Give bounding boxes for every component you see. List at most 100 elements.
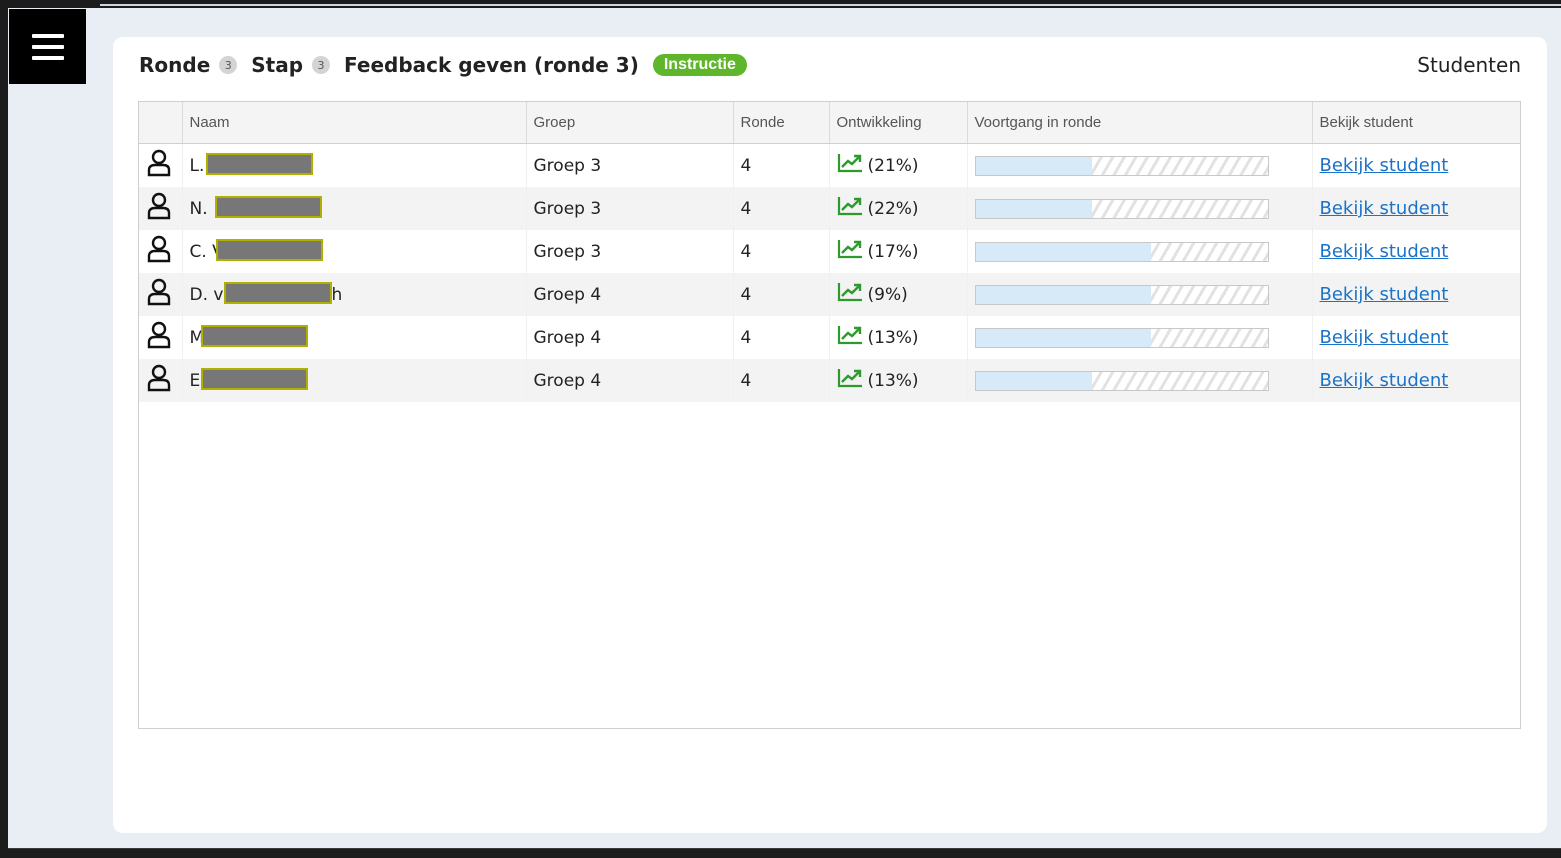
- trend-value: (22%): [867, 198, 919, 219]
- trend-value: (13%): [867, 370, 919, 391]
- progress-fill: [975, 156, 1093, 175]
- redaction-box: [200, 368, 308, 390]
- col-header-ronde[interactable]: Ronde: [733, 102, 830, 144]
- col-header-bekijk: Bekijk student: [1312, 102, 1520, 144]
- col-header-voortgang[interactable]: Voortgang in ronde: [967, 102, 1313, 144]
- progress-fill: [975, 242, 1151, 261]
- trend-value: (9%): [867, 284, 908, 305]
- student-round: 4: [733, 273, 830, 316]
- trend-up-icon: [837, 282, 863, 307]
- redaction-box: [205, 153, 313, 175]
- table-row: N. Groep 3 4 (22%) Bekijk student: [139, 187, 1520, 230]
- breadcrumb-ronde: Ronde: [139, 53, 211, 77]
- student-group: Groep 3: [526, 230, 734, 273]
- user-icon: [139, 359, 183, 402]
- student-group: Groep 3: [526, 187, 734, 230]
- col-header-icon: [139, 102, 183, 144]
- redaction-box: [214, 196, 322, 218]
- bekijk-student-cell: Bekijk student: [1312, 144, 1520, 188]
- user-icon: [139, 316, 183, 359]
- student-trend: (17%): [829, 230, 968, 273]
- table-row: E. Groep 4 4 (13%) Bekijk student: [139, 359, 1520, 402]
- bekijk-student-cell: Bekijk student: [1312, 316, 1520, 359]
- progress-bar: [974, 284, 1269, 305]
- main-card: Ronde 3 Stap 3 Feedback geven (ronde 3) …: [113, 37, 1547, 833]
- student-trend: (13%): [829, 359, 968, 402]
- student-name: L.: [182, 143, 527, 187]
- student-group: Groep 3: [526, 143, 734, 187]
- table-header-row: Naam Groep Ronde Ontwikkeling Voortgang …: [139, 102, 1520, 144]
- trend-up-icon: [837, 325, 863, 350]
- progress-fill: [975, 199, 1093, 218]
- table-row: M Groep 4 4 (13%) Bekijk student: [139, 316, 1520, 359]
- bekijk-student-cell: Bekijk student: [1312, 230, 1520, 273]
- bekijk-student-link[interactable]: Bekijk student: [1320, 327, 1449, 348]
- bottom-divider: [8, 848, 1561, 849]
- bekijk-student-link[interactable]: Bekijk student: [1320, 155, 1449, 176]
- page-header: Ronde 3 Stap 3 Feedback geven (ronde 3) …: [139, 51, 1521, 79]
- hamburger-icon-bar: [31, 44, 64, 49]
- user-icon: [139, 143, 183, 187]
- student-round: 4: [733, 143, 830, 187]
- table-row: D. v h Groep 4 4 (9%) Bekijk student: [139, 273, 1520, 316]
- student-progress: [967, 316, 1313, 359]
- page-title: Feedback geven (ronde 3): [344, 53, 639, 77]
- student-round: 4: [733, 359, 830, 402]
- instructie-button[interactable]: Instructie: [652, 54, 747, 76]
- student-round: 4: [733, 316, 830, 359]
- student-name-suffix: h: [331, 285, 343, 305]
- bekijk-student-cell: Bekijk student: [1312, 187, 1520, 230]
- studenten-label: Studenten: [1417, 53, 1521, 77]
- student-trend: (21%): [829, 143, 968, 187]
- bekijk-student-link[interactable]: Bekijk student: [1320, 370, 1449, 391]
- student-progress: [967, 230, 1313, 273]
- trend-value: (21%): [867, 155, 919, 176]
- student-round: 4: [733, 230, 830, 273]
- bekijk-student-link[interactable]: Bekijk student: [1320, 241, 1449, 262]
- progress-bar: [974, 327, 1269, 348]
- trend-up-icon: [837, 368, 863, 393]
- user-icon: [139, 273, 183, 316]
- breadcrumb-stap: Stap: [251, 53, 304, 77]
- student-trend: (22%): [829, 187, 968, 230]
- student-group: Groep 4: [526, 273, 734, 316]
- progress-fill: [975, 371, 1093, 390]
- top-divider: [100, 4, 1561, 6]
- student-group: Groep 4: [526, 316, 734, 359]
- student-name: M: [182, 316, 527, 359]
- user-icon: [139, 230, 183, 273]
- student-progress: [967, 187, 1313, 230]
- student-progress: [967, 273, 1313, 316]
- ronde-badge: 3: [219, 56, 238, 74]
- student-round: 4: [733, 187, 830, 230]
- bekijk-student-link[interactable]: Bekijk student: [1320, 198, 1449, 219]
- student-name: N.: [182, 187, 527, 230]
- student-name: E.: [182, 359, 527, 402]
- student-name: D. v h: [182, 273, 527, 316]
- bekijk-student-cell: Bekijk student: [1312, 359, 1520, 402]
- student-name-visible: L.: [189, 155, 205, 176]
- col-header-naam[interactable]: Naam: [182, 102, 527, 144]
- students-table: Naam Groep Ronde Ontwikkeling Voortgang …: [138, 101, 1521, 729]
- menu-button[interactable]: [9, 9, 86, 84]
- student-name-visible: D. v: [189, 284, 224, 305]
- progress-bar: [974, 370, 1269, 391]
- redaction-box: [200, 325, 308, 347]
- progress-bar: [974, 198, 1269, 219]
- trend-value: (13%): [867, 327, 919, 348]
- trend-value: (17%): [867, 241, 919, 262]
- progress-fill: [975, 328, 1151, 347]
- student-progress: [967, 143, 1313, 187]
- table-row: L. Groep 3 4 (21%) Bekijk student: [139, 143, 1520, 188]
- student-name-visible: N.: [189, 198, 208, 219]
- bekijk-student-link[interactable]: Bekijk student: [1320, 284, 1449, 305]
- student-trend: (13%): [829, 316, 968, 359]
- progress-bar: [974, 155, 1269, 176]
- student-trend: (9%): [829, 273, 968, 316]
- hamburger-icon-bar: [31, 33, 64, 38]
- col-header-groep[interactable]: Groep: [526, 102, 734, 144]
- trend-up-icon: [837, 196, 863, 221]
- student-progress: [967, 359, 1313, 402]
- bekijk-student-cell: Bekijk student: [1312, 273, 1520, 316]
- col-header-ontwikkeling[interactable]: Ontwikkeling: [829, 102, 968, 144]
